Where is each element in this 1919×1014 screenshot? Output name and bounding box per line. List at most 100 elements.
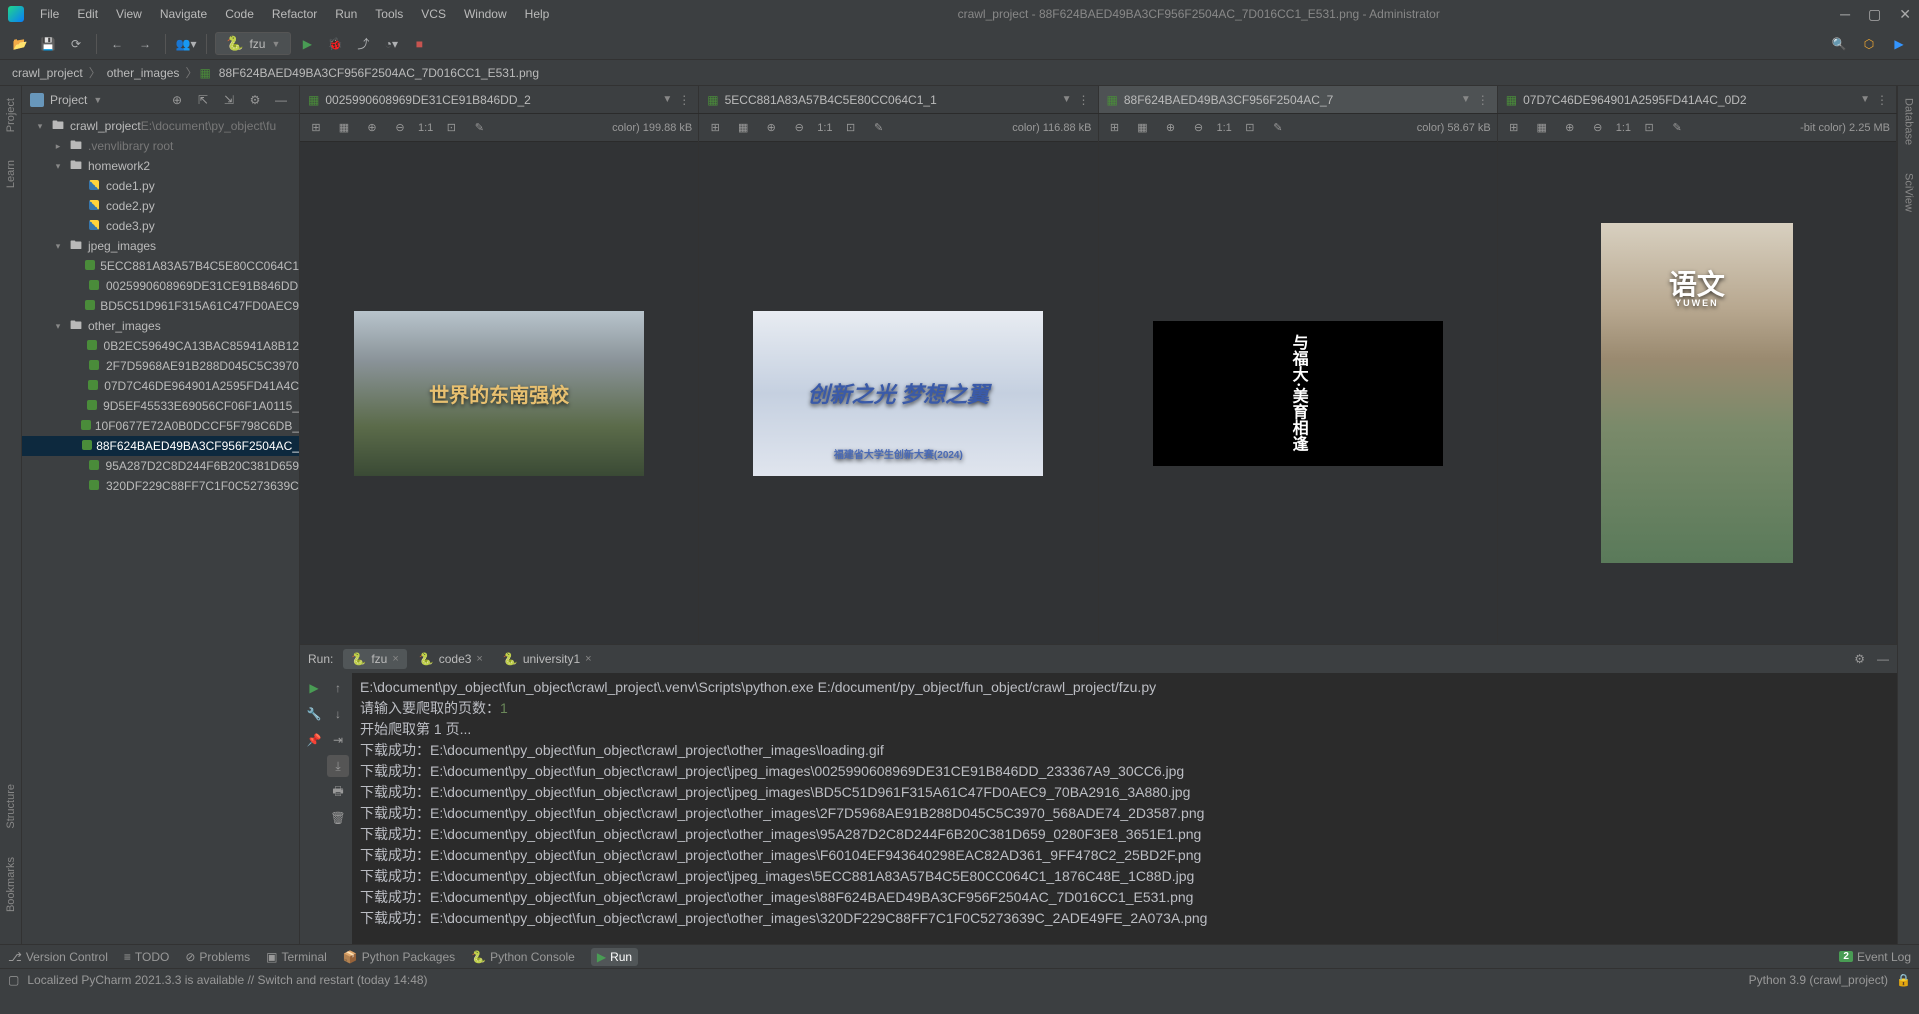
event-log[interactable]: 2 Event Log: [1839, 950, 1911, 964]
soft-wrap-button[interactable]: ⇥: [327, 729, 349, 751]
grid-icon[interactable]: ▦: [733, 118, 753, 138]
tree-row[interactable]: ▾🖿jpeg_images: [22, 236, 299, 256]
tree-row[interactable]: 0025990608969DE31CE91B846DD: [22, 276, 299, 296]
debug-button[interactable]: 🐞: [323, 32, 347, 56]
menu-run[interactable]: Run: [327, 3, 365, 25]
chevron-down-icon[interactable]: ▼: [1062, 94, 1072, 105]
pan-icon[interactable]: ⊡: [841, 118, 861, 138]
cloud-icon[interactable]: ▶: [1887, 32, 1911, 56]
fit-icon[interactable]: ⊞: [705, 118, 725, 138]
run-tab[interactable]: 🐍code3×: [411, 649, 491, 669]
close-icon[interactable]: ×: [392, 653, 398, 665]
menu-navigate[interactable]: Navigate: [152, 3, 215, 25]
run-tab[interactable]: 🐍fzu×: [343, 649, 406, 669]
locate-icon[interactable]: ⊕: [167, 90, 187, 110]
tree-arrow-icon[interactable]: ▾: [52, 161, 64, 172]
editor-tab[interactable]: ▦88F624BAED49BA3CF956F2504AC_7▼⋮: [1099, 86, 1498, 113]
tree-row[interactable]: code1.py: [22, 176, 299, 196]
forward-button[interactable]: →: [133, 32, 157, 56]
menu-tools[interactable]: Tools: [367, 3, 411, 25]
zoom-out-icon[interactable]: ⊖: [789, 118, 809, 138]
tree-row[interactable]: 88F624BAED49BA3CF956F2504AC_: [22, 436, 299, 456]
tree-row[interactable]: 0B2EC59649CA13BAC85941A8B12: [22, 336, 299, 356]
run-button[interactable]: ▶: [295, 32, 319, 56]
settings-icon[interactable]: ⚙: [1854, 652, 1865, 666]
zoom-in-icon[interactable]: ⊕: [761, 118, 781, 138]
zoom-out-icon[interactable]: ⊖: [390, 118, 410, 138]
search-icon[interactable]: 🔍: [1827, 32, 1851, 56]
tree-row[interactable]: 07D7C46DE964901A2595FD41A4C: [22, 376, 299, 396]
menu-code[interactable]: Code: [217, 3, 262, 25]
crumb-project[interactable]: crawl_project: [8, 66, 87, 80]
pan-icon[interactable]: ⊡: [441, 118, 461, 138]
status-interpreter[interactable]: Python 3.9 (crawl_project): [1741, 973, 1896, 987]
zoom-in-icon[interactable]: ⊕: [1161, 118, 1181, 138]
tree-row[interactable]: ▾🖿other_images: [22, 316, 299, 336]
coverage-button[interactable]: ⤴: [351, 32, 375, 56]
tree-arrow-icon[interactable]: ▸: [52, 141, 64, 152]
tree-row[interactable]: ▾🖿homework2: [22, 156, 299, 176]
zoom-out-icon[interactable]: ⊖: [1189, 118, 1209, 138]
scroll-end-button[interactable]: ⤓: [327, 755, 349, 777]
tree-row[interactable]: BD5C51D961F315A61C47FD0AEC9: [22, 296, 299, 316]
close-icon[interactable]: ×: [585, 653, 591, 665]
tool-learn[interactable]: Learn: [1, 156, 21, 192]
crumb-file[interactable]: 88F624BAED49BA3CF956F2504AC_7D016CC1_E53…: [215, 66, 543, 80]
stop-button[interactable]: ■: [407, 32, 431, 56]
editor-tab[interactable]: ▦5ECC881A83A57B4C5E80CC064C1_1▼⋮: [699, 86, 1098, 113]
open-button[interactable]: 📂: [8, 32, 32, 56]
add-button[interactable]: 👥▾: [174, 32, 198, 56]
tree-row[interactable]: code2.py: [22, 196, 299, 216]
pan-icon[interactable]: ⊡: [1240, 118, 1260, 138]
maximize-icon[interactable]: ▢: [1868, 6, 1881, 23]
tab-todo[interactable]: ≡TODO: [124, 950, 169, 964]
menu-refactor[interactable]: Refactor: [264, 3, 325, 25]
status-hide-icon[interactable]: ▢: [8, 973, 19, 987]
tree-row[interactable]: code3.py: [22, 216, 299, 236]
grid-icon[interactable]: ▦: [1532, 118, 1552, 138]
tree-row[interactable]: 320DF229C88FF7C1F0C5273639C: [22, 476, 299, 496]
collapse-icon[interactable]: ⇲: [219, 90, 239, 110]
more-icon[interactable]: ⋮: [1876, 93, 1888, 107]
tab-run[interactable]: ▶Run: [591, 948, 638, 966]
rerun-button[interactable]: ▶: [303, 677, 325, 699]
chevron-down-icon[interactable]: ▼: [1860, 94, 1870, 105]
tab-problems[interactable]: ⊘Problems: [185, 950, 250, 964]
minimize-icon[interactable]: ─: [1840, 6, 1850, 23]
print-button[interactable]: 🖶: [327, 781, 349, 803]
tree-row[interactable]: 2F7D5968AE91B288D045C5C3970: [22, 356, 299, 376]
run-config-selector[interactable]: 🐍 fzu ▼: [215, 32, 291, 55]
pin-button[interactable]: 📌: [303, 729, 325, 751]
zoom-in-icon[interactable]: ⊕: [362, 118, 382, 138]
tool-sciview[interactable]: SciView: [1899, 169, 1919, 216]
tree-arrow-icon[interactable]: ▾: [34, 121, 46, 132]
chevron-down-icon[interactable]: ▼: [1461, 94, 1471, 105]
fit-icon[interactable]: ⊞: [306, 118, 326, 138]
fit-icon[interactable]: ⊞: [1105, 118, 1125, 138]
reload-button[interactable]: ⟳: [64, 32, 88, 56]
pan-icon[interactable]: ⊡: [1639, 118, 1659, 138]
tree-row[interactable]: ▸🖿.venv library root: [22, 136, 299, 156]
down-button[interactable]: ↓: [327, 703, 349, 725]
grid-icon[interactable]: ▦: [1133, 118, 1153, 138]
tree-row[interactable]: 95A287D2C8D244F6B20C381D659: [22, 456, 299, 476]
menu-edit[interactable]: Edit: [69, 3, 106, 25]
grid-icon[interactable]: ▦: [334, 118, 354, 138]
sync-icon[interactable]: ⬡: [1857, 32, 1881, 56]
lock-icon[interactable]: 🔒: [1896, 973, 1911, 987]
settings-icon[interactable]: ⚙: [245, 90, 265, 110]
more-icon[interactable]: ⋮: [1078, 93, 1090, 107]
expand-icon[interactable]: ⇱: [193, 90, 213, 110]
tab-terminal[interactable]: ▣Terminal: [266, 950, 327, 964]
image-canvas[interactable]: 世界的东南强校: [300, 142, 698, 644]
tree-row[interactable]: 9D5EF45533E69056CF06F1A0115_: [22, 396, 299, 416]
back-button[interactable]: ←: [105, 32, 129, 56]
run-tab[interactable]: 🐍university1×: [495, 649, 600, 669]
tool-structure[interactable]: Structure: [1, 780, 21, 833]
minimize-icon[interactable]: —: [1877, 652, 1889, 666]
clear-button[interactable]: 🗑: [327, 807, 349, 829]
tree-row[interactable]: 10F0677E72A0B0DCCF5F798C6DB_: [22, 416, 299, 436]
tree-row[interactable]: 5ECC881A83A57B4C5E80CC064C1: [22, 256, 299, 276]
tree-row[interactable]: ▾🖿crawl_project E:\document\py_object\fu: [22, 116, 299, 136]
color-picker-icon[interactable]: ✎: [469, 118, 489, 138]
